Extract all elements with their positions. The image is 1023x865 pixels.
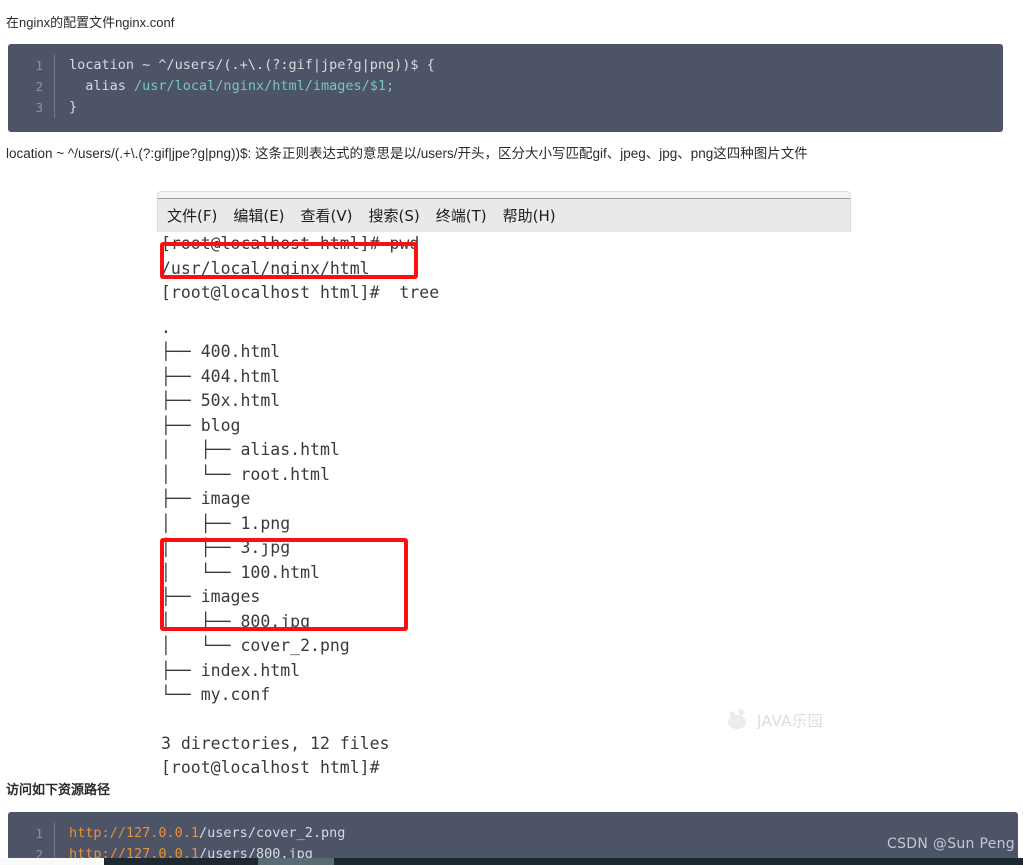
line-number: 2 [35,79,43,94]
terminal-line: ├── index.html [161,660,301,680]
gutter-divider [54,97,55,118]
menu-item-view[interactable]: 查看(V) [301,205,353,226]
terminal-line: ├── 400.html [161,342,281,361]
nginx-config-code-block: 1 location ~ ^/users/(.+\.(?:gif|jpe?g|p… [8,44,1003,132]
terminal-line: ├── 50x.html [161,391,281,410]
line-number: 1 [35,826,43,841]
terminal-line: │ └── root.html [161,464,330,484]
terminal-line: │ ├── 1.png [161,513,291,533]
terminal-line: │ ├── alias.html [161,440,340,459]
terminal-line: │ ├── 3.jpg [161,538,291,557]
terminal-line: │ └── 100.html [161,562,320,582]
taskbar-left-segment [0,858,104,865]
code-line: 1 http://127.0.0.1/users/cover_2.png [8,823,1018,844]
gutter-divider [54,76,55,97]
url-host: http://127.0.0.1 [69,825,200,841]
code-line: 1 location ~ ^/users/(.+\.(?:gif|jpe?g|p… [8,55,1003,76]
terminal-screenshot: 文件(F) 编辑(E) 查看(V) 搜索(S) 终端(T) 帮助(H) [roo… [157,191,851,777]
terminal-prompt: [root@localhost html]# [161,758,380,777]
resource-path-heading: 访问如下资源路径 [6,782,111,797]
terminal-output-area[interactable]: [root@localhost html]# pwd /usr/local/ng… [157,232,851,777]
terminal-line: ├── images [161,587,261,606]
menu-item-search[interactable]: 搜索(S) [369,205,420,226]
terminal-line: ├── image [161,489,251,508]
article-page: 在nginx的配置文件nginx.conf 1 location ~ ^/use… [0,0,1023,865]
terminal-line: └── my.conf [161,685,271,704]
code-keyword: alias [69,78,135,94]
terminal-line: │ └── cover_2.png [161,636,350,655]
menu-item-help[interactable]: 帮助(H) [503,205,556,226]
terminal-line: . [161,317,171,337]
code-path: /usr/local/nginx/html/images/$1; [134,78,395,94]
intro-paragraph: 在nginx的配置文件nginx.conf [6,15,175,30]
code-line: 3 } [8,97,1003,118]
regex-explanation-paragraph: location ~ ^/users/(.+\.(?:gif|jpe?g|png… [6,146,808,161]
line-number: 3 [35,100,43,115]
terminal-line: /usr/local/nginx/html [161,258,370,278]
code-content: } [69,99,78,115]
code-content: location ~ ^/users/(.+\.(?:gif|jpe?g|png… [69,57,435,73]
url-path: /users/cover_2.png [199,825,346,841]
terminal-spacer [157,708,851,732]
terminal-line: ├── 404.html [161,366,281,386]
terminal-line: ├── blog [161,415,241,435]
line-number: 1 [35,58,43,73]
gutter-divider [54,55,55,76]
os-taskbar-strip[interactable] [0,858,1023,865]
menu-item-file[interactable]: 文件(F) [167,205,217,226]
terminal-line: [root@localhost html]# pwd [161,234,420,253]
terminal-titlebar-strip [157,191,851,198]
gutter-divider [54,823,55,844]
code-line: 2 alias /usr/local/nginx/html/images/$1; [8,76,1003,97]
menu-item-edit[interactable]: 编辑(E) [233,205,284,226]
terminal-menubar: 文件(F) 编辑(E) 查看(V) 搜索(S) 终端(T) 帮助(H) [157,198,851,232]
menu-item-terminal[interactable]: 终端(T) [436,205,487,226]
terminal-tree-summary: 3 directories, 12 files [161,733,390,753]
terminal-line: [root@localhost html]# tree [161,283,440,302]
terminal-line: │ ├── 800.jpg [161,611,311,631]
taskbar-active-window[interactable] [258,858,334,865]
terminal-spacer [157,306,851,316]
